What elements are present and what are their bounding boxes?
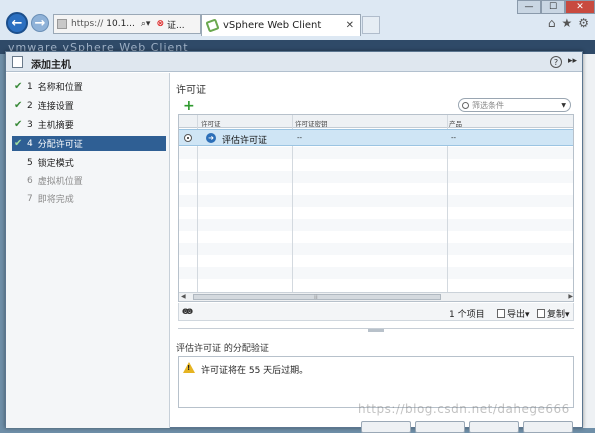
- tab-title: vSphere Web Client: [223, 20, 322, 31]
- binoculars-icon[interactable]: ꙭ: [182, 306, 193, 317]
- help-icon[interactable]: ?: [550, 56, 562, 68]
- step-name-location[interactable]: ✔ 1 名称和位置: [12, 79, 166, 94]
- step-label: 即将完成: [37, 195, 74, 205]
- step-vm-location: 6 虚拟机位置: [27, 175, 83, 188]
- step-ready-to-complete: 7 即将完成: [27, 193, 74, 206]
- checkmark-icon: ✔: [14, 119, 23, 130]
- back-button[interactable]: [361, 421, 411, 433]
- table-header: 许可证 许可证密钥 产品: [179, 115, 573, 128]
- column-header-product[interactable]: 产品: [449, 118, 462, 128]
- search-icon[interactable]: ⌕▾: [141, 19, 151, 29]
- radio-button[interactable]: [184, 134, 192, 142]
- export-icon: [497, 309, 505, 318]
- detail-title: 评估许可证 的分配验证: [176, 344, 269, 354]
- window-controls: — ☐ ✕: [517, 0, 595, 14]
- column-header-license[interactable]: 许可证: [201, 118, 221, 128]
- home-icon[interactable]: ⌂: [548, 16, 556, 30]
- column-header-key[interactable]: 许可证密钥: [295, 118, 328, 128]
- license-name: 评估许可证: [222, 136, 268, 146]
- new-tab-button[interactable]: [362, 16, 380, 34]
- settings-gear-icon[interactable]: ⚙: [578, 16, 589, 30]
- section-title: 许可证: [176, 85, 206, 96]
- filter-input[interactable]: 筛选条件 ▼: [458, 98, 571, 112]
- forward-arrow-icon[interactable]: →: [31, 14, 49, 32]
- tab-close-icon[interactable]: ✕: [346, 20, 354, 31]
- wizard-steps: ✔ 1 名称和位置 ✔ 2 连接设置 ✔ 3 主机摘要 ✔ 4 分配许可证 5 …: [6, 73, 170, 428]
- minimize-button[interactable]: —: [517, 0, 541, 14]
- dialog-titlebar: 添加主机 ? ▸▸: [6, 52, 582, 72]
- url-scheme: https://: [71, 19, 104, 29]
- validation-panel: 许可证将在 55 天后过期。: [178, 356, 574, 408]
- url-host: 10.1...: [106, 19, 135, 29]
- filter-placeholder: 筛选条件: [472, 100, 504, 110]
- validation-message: 许可证将在 55 天后过期。: [201, 366, 309, 376]
- add-host-dialog: 添加主机 ? ▸▸ ✔ 1 名称和位置 ✔ 2 连接设置 ✔ 3 主机摘要 ✔ …: [5, 51, 583, 433]
- scrollbar-thumb[interactable]: ⁞⁞: [193, 294, 441, 301]
- table-row[interactable]: ➜ 评估许可证 -- --: [179, 129, 573, 146]
- step-label: 虚拟机位置: [37, 177, 83, 187]
- license-panel: 许可证 + 筛选条件 ▼ 许可证 许可证密钥 产品 ➜ 评估许可证 -- -- …: [176, 73, 576, 428]
- copy-button[interactable]: 复制▾: [537, 307, 570, 320]
- dialog-title: 添加主机: [31, 60, 71, 71]
- favorites-star-icon[interactable]: ★: [561, 16, 572, 30]
- step-assign-license[interactable]: ✔ 4 分配许可证: [12, 136, 166, 151]
- license-product: --: [451, 134, 457, 142]
- step-label: 连接设置: [37, 102, 74, 112]
- checkmark-icon: ✔: [14, 100, 23, 111]
- add-license-plus-icon[interactable]: +: [183, 99, 195, 113]
- horizontal-scrollbar[interactable]: ◀ ⁞⁞ ▶: [179, 292, 573, 301]
- next-button[interactable]: [415, 421, 465, 433]
- back-arrow-icon[interactable]: ←: [6, 12, 28, 34]
- checkmark-icon: ✔: [14, 138, 23, 149]
- cancel-button[interactable]: [523, 421, 573, 433]
- export-button[interactable]: 导出▾: [497, 307, 530, 320]
- browser-toolbar-icons: ⌂ ★ ⚙: [548, 16, 589, 30]
- step-host-summary[interactable]: ✔ 3 主机摘要: [12, 117, 166, 132]
- warning-icon: [183, 362, 195, 373]
- address-bar[interactable]: https:// 10.1... ⌕▾ ⊗ 证...: [53, 14, 201, 34]
- host-icon: [12, 56, 23, 68]
- table-footer-toolbar: ꙭ 1 个项目 导出▾ 复制▾: [178, 303, 574, 321]
- license-table: 许可证 许可证密钥 产品 ➜ 评估许可证 -- -- ◀ ⁞⁞ ▶: [178, 114, 574, 302]
- panel-splitter[interactable]: [178, 328, 574, 332]
- browser-tab[interactable]: vSphere Web Client ✕: [201, 14, 361, 36]
- search-icon: [462, 101, 469, 109]
- item-count: 1 个项目: [449, 310, 485, 320]
- checkmark-icon: ✔: [14, 81, 23, 92]
- step-label: 分配许可证: [37, 140, 83, 150]
- step-label: 主机摘要: [37, 121, 74, 131]
- license-key: --: [297, 134, 303, 142]
- cert-error-icon[interactable]: ⊗: [156, 19, 164, 29]
- page-icon: [57, 19, 67, 29]
- cert-error-label[interactable]: 证...: [167, 18, 185, 31]
- step-lockdown-mode[interactable]: 5 锁定模式: [12, 155, 166, 170]
- vsphere-logo-icon: [205, 18, 220, 33]
- expand-icon[interactable]: ▸▸: [568, 56, 577, 66]
- browser-chrome: — ☐ ✕ ← → https:// 10.1... ⌕▾ ⊗ 证... vSp…: [0, 0, 595, 40]
- finish-button[interactable]: [469, 421, 519, 433]
- dialog-buttons: [361, 421, 573, 433]
- maximize-button[interactable]: ☐: [541, 0, 565, 14]
- step-connection-settings[interactable]: ✔ 2 连接设置: [12, 98, 166, 113]
- scroll-left-icon[interactable]: ◀: [181, 293, 186, 300]
- watermark: https://blog.csdn.net/dahege666: [358, 402, 570, 416]
- arrow-right-icon: ➜: [206, 133, 216, 143]
- chevron-down-icon[interactable]: ▼: [561, 102, 566, 109]
- step-label: 名称和位置: [37, 83, 83, 93]
- step-label: 锁定模式: [37, 159, 74, 169]
- close-window-button[interactable]: ✕: [565, 0, 595, 14]
- scroll-right-icon[interactable]: ▶: [568, 293, 573, 300]
- copy-icon: [537, 309, 545, 318]
